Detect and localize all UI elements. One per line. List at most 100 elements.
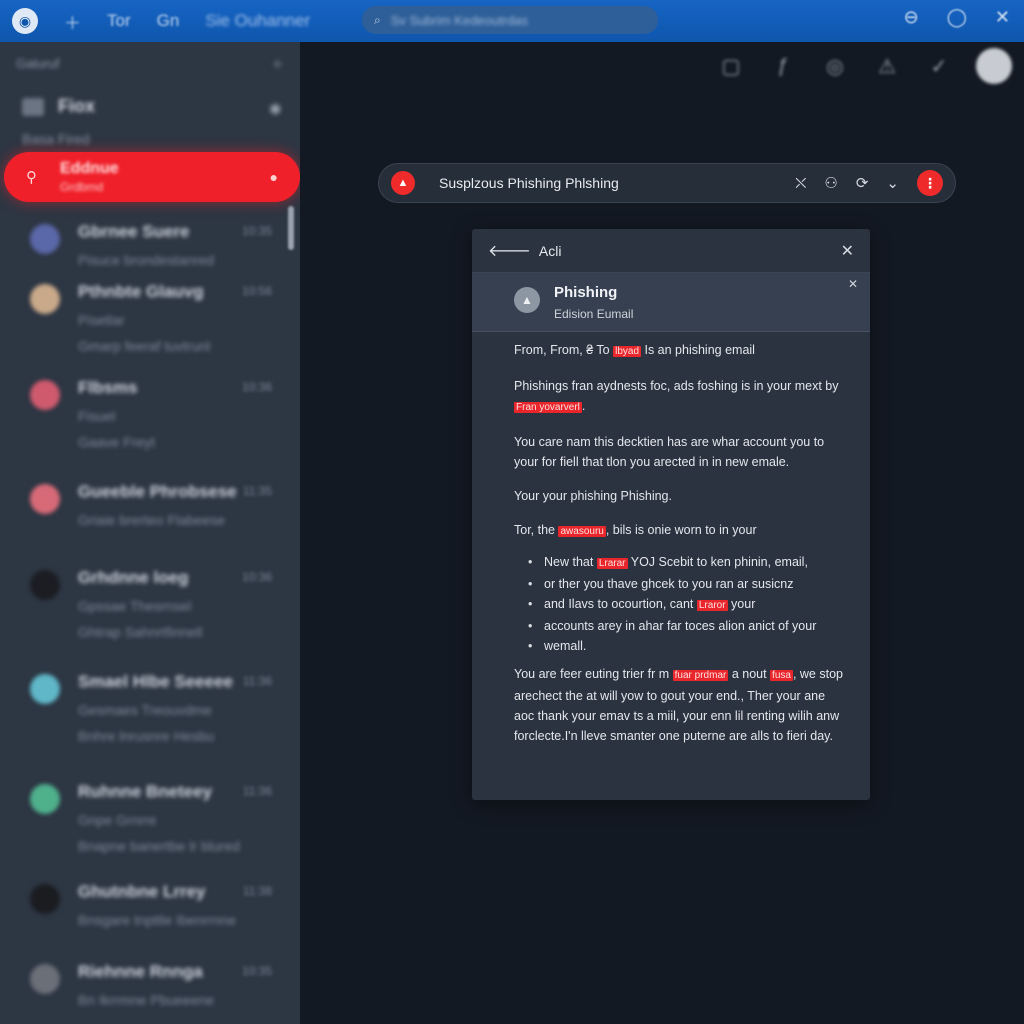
bullet-item: New that Lrarar YOJ Scebit to ken phinin… [528,552,844,574]
paragraph-list-intro: Tor, the awasouru, bils is onie worn to … [514,520,844,542]
text-span: From, From, ₴ To [514,343,614,357]
sender-avatar [30,224,60,254]
mail-list: Gbrnee Suere 10:35 Pisuce brondestanred Pth… [0,214,300,1024]
highlight: awasouru [558,526,606,537]
target-icon[interactable]: ◎ [820,54,850,79]
phishing-alert-bar: ▲ Susplzous Phishing Phlshing ⛌ ⚇ ⟳ ⌄ ⋮ [378,163,956,203]
mail-preview-line: Bnhre lnrusnre Hesbu [78,728,215,744]
search-placeholder: Sv Subrim Kedeoutrdas [390,12,529,28]
mail-list-item[interactable]: Smael Hlbe Seeeee 11:36 Gesmaes Treouvdme B… [0,664,300,774]
mail-time: 10:56 [241,284,272,298]
search-input[interactable]: ⌕ Sv Subrim Kedeoutrdas [362,6,658,34]
sidebar-active-text: Eddnue Grdbmd [60,160,119,194]
bullet-item: or ther you thave ghcek to you ran ar su… [528,574,844,594]
alert-actions: ⛌ ⚇ ⟳ ⌄ ⋮ [795,170,943,196]
mail-preview-line: Bn Ikrrmne Pbueeene [78,992,215,1008]
mail-preview-line: Gnpe Grnrre [78,812,157,828]
archive-icon[interactable]: ▢ [716,54,746,79]
more-options-icon[interactable]: ⋮ [917,170,943,196]
check-icon[interactable]: ✓ [924,54,954,79]
mail-preview-line: Griaie brerteo Flabeese [78,512,226,528]
dismiss-icon[interactable]: ✕ [848,277,858,291]
bullet-item: wemall. [528,636,844,656]
sender-avatar [30,484,60,514]
bullet-list: New that Lrarar YOJ Scebit to ken phinin… [514,552,844,656]
mail-time: 10:35 [241,964,272,978]
maximize-icon[interactable]: ◯ [947,7,967,28]
dialog-title: Phishing [554,284,618,301]
text-span: or ther you thave ghcek to you ran ar su… [544,577,794,591]
mail-list-item[interactable]: Ghutnbne Lrrey 11:38 Bnsgare tnpttle Ibenr… [0,874,300,954]
text-span: New that [544,555,597,569]
sidebar-active-label: Eddnue [60,160,119,177]
refresh-icon[interactable]: ⟳ [856,174,869,192]
highlight: lbyad [613,346,641,357]
alert-triangle-icon: ▲ [514,287,540,313]
sender-avatar [30,380,60,410]
highlight: Lraror [696,600,728,611]
app-logo-icon[interactable]: ◉ [12,8,38,34]
mail-list-item[interactable]: Grhdnne loeg 10:36 Gpssae Thesrnsel Ghtrap … [0,560,300,664]
close-icon[interactable]: ✕ [841,241,854,261]
mail-list-item[interactable]: Pthnbte Glauvg 10:56 Pisetlar Gmarp feeraf … [0,274,300,370]
mail-time: 10:36 [241,570,272,584]
warning-icon[interactable]: ⚠ [872,54,902,79]
sender-avatar [30,964,60,994]
main-toolbar: ▢ ƒ ◎ ⚠ ✓ [716,48,1012,84]
mail-list-item[interactable]: Flbsms 10:36 Fisuel Gaave Freyt [0,370,300,474]
sender-avatar [30,570,60,600]
mail-preview-line: Pisetlar [78,312,125,328]
mail-preview-line: Gaave Freyt [78,434,156,450]
text-span: YOJ Scebit to ken phinin, email, [627,555,808,569]
dialog-subtitle: Edision Eumail [554,307,634,321]
sidebar-top: Gaturuf ＋ [0,42,300,84]
mail-time: 11:35 [242,484,272,498]
text-span: Tor, the [514,523,559,537]
chevron-down-icon[interactable]: ⌄ [886,174,899,192]
mail-list-item[interactable]: Gueeble Phrobsese 11:35 Griaie brerteo Fla… [0,474,300,560]
folder-subtitle: Basa Fired [22,131,90,147]
text-span: Is an phishing email [641,343,755,357]
flag-icon[interactable]: ⛌ [795,175,806,192]
pin-icon: ⚲ [26,169,37,186]
sidebar-item-active[interactable]: ⚲ Eddnue Grdbmd ● [4,152,300,202]
user-avatar[interactable] [976,48,1012,84]
text-span: a nout [728,667,771,681]
close-icon[interactable]: ✕ [995,7,1010,28]
paragraph-from: From, From, ₴ To lbyad Is an phishing em… [514,340,844,362]
function-icon[interactable]: ƒ [768,55,798,78]
paragraph-summary: Your your phishing Phishing. [514,489,672,503]
mail-list-item[interactable]: Riehnne Rnnga 10:35 Bn Ikrrmne Pbueeene [0,954,300,1024]
folder-row[interactable]: Fiox [22,96,278,117]
title-bar: ◉ ＋ Tor Gn Sie Ouhanner ⌕ Sv Subrim Kede… [0,0,1024,42]
highlight: Fran yovarverl [514,402,582,413]
mail-time: 11:38 [242,884,272,898]
gear-icon[interactable]: ✱ [269,100,282,120]
text-span: , bils is onie worn to in your [605,523,757,537]
mail-time: 10:35 [241,224,272,238]
new-tab-button[interactable]: ＋ [64,9,81,34]
toolbar-button-gn[interactable]: Gn [157,11,180,31]
sidebar-add-icon[interactable]: ＋ [271,54,284,73]
minimize-icon[interactable]: ⊖ [904,7,919,28]
mail-list-item[interactable]: Gbrnee Suere 10:35 Pisuce brondestanred [0,214,300,274]
text-span: accounts arey in ahar far toces alion an… [544,619,817,633]
paragraph-detection: You care nam this decktien has are whar … [514,435,825,469]
sender-avatar [30,884,60,914]
window-title: Sie Ouhanner [205,11,311,30]
mail-list-item[interactable]: Ruhnne Bneteey 11:36 Gnpe Grnrre Bnapne ban… [0,774,300,874]
mail-preview-line: Fisuel [78,408,116,424]
dot-icon: ● [269,169,278,185]
sidebar-top-label[interactable]: Gaturuf [16,56,59,71]
alert-title: Susplzous Phishing Phlshing [439,175,619,191]
back-button[interactable]: 🡐 Acli [488,240,561,261]
highlight: Lrarar [596,558,628,569]
warning-icon: ▲ [391,171,415,195]
toolbar-button-tor[interactable]: Tor [107,11,131,31]
mail-preview-line: Ghtrap Sahnrtfinnell [78,624,203,640]
mail-preview-line: Gesmaes Treouvdme [78,702,212,718]
person-icon[interactable]: ⚇ [824,174,837,192]
mail-preview-line: Pisuce brondestanred [78,252,215,268]
dialog-header: ▲ Phishing Edision Eumail ✕ [472,273,870,332]
highlight: fusa [770,670,793,681]
